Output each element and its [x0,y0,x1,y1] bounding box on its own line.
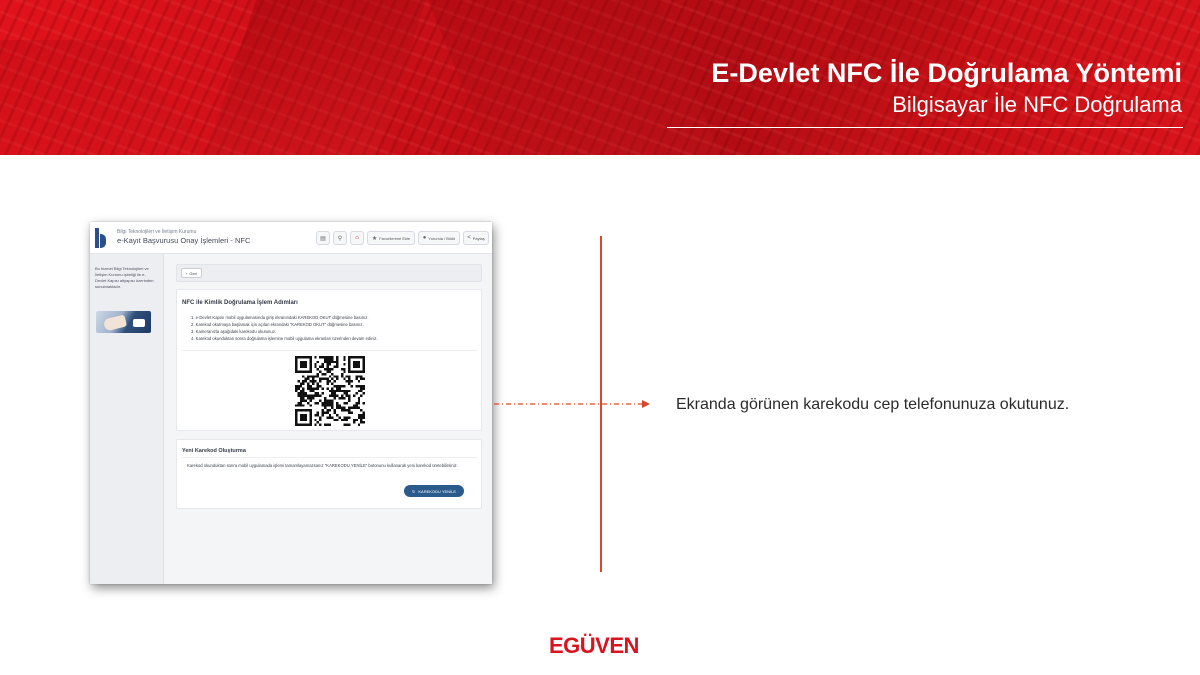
org-name: Bilgi Teknolojileri ve İletişim Kurumu [117,229,197,235]
new-qr-text: Karekod okunduktan sonra mobil uygulamad… [187,463,458,468]
btk-logo-icon [95,228,107,248]
renew-qr-button[interactable]: ↻ KAREKODU YENİLE [404,485,465,497]
refresh-icon: ↻ [412,488,416,494]
favorites-button[interactable]: ★ Favorilerime Ekle [367,231,415,245]
document-icon[interactable]: ▤ [316,231,330,245]
share-label: Paylaş [472,235,485,241]
back-bar: ‹ Geri [176,264,482,282]
title-underline [667,127,1183,128]
star-icon: ★ [371,235,378,242]
favorites-label: Favorilerime Ekle [379,235,411,241]
qr-code [295,356,365,426]
instruction-caption: Ekranda görünen karekodu cep telefonunuz… [676,396,1070,413]
nfc-page-screenshot: Bilgi Teknolojileri ve İletişim Kurumu e… [90,222,492,584]
back-button[interactable]: ‹ Geri [181,268,202,278]
new-qr-title: Yeni Karekod Oluşturma [182,448,246,454]
pointer-arrow-icon [494,400,650,408]
renew-qr-label: KAREKODU YENİLE [418,488,457,494]
nfc-steps-title: NFC ile Kimlik Doğrulama İşlem Adımları [182,300,298,306]
back-label: Geri [189,270,197,276]
share-button[interactable]: < Paylaş [463,231,489,245]
vertical-divider [600,236,602,572]
share-icon: < [467,235,471,241]
nfc-steps-list: 1. e-Devlet Kapısı mobil uygulamasında g… [191,314,476,342]
eguven-logo: EGÜVEN [549,633,639,658]
list-item: 3. Kameranızla aşağıdaki karekodu okutun… [191,329,276,334]
screenshot-page-title: e-Kayıt Başvurusu Onay İşlemleri - NFC [117,236,251,245]
feedback-button[interactable]: ● Yorumla / Bildir [418,231,460,245]
slide-subtitle: Bilgisayar İle NFC Doğrulama [892,92,1182,117]
nfc-steps-card: NFC ile Kimlik Doğrulama İşlem Adımları … [176,289,482,431]
list-item: 1. e-Devlet Kapısı mobil uygulamasında g… [191,315,369,320]
banner-decoration [415,0,735,155]
sidebar-info-text: Bu hizmet Bilgi Teknolojileri ve İletişi… [95,266,154,289]
slide-title: E-Devlet NFC İle Doğrulama Yöntemi [711,58,1182,88]
chevron-left-icon: ‹ [186,270,188,276]
screenshot-topbar: Bilgi Teknolojileri ve İletişim Kurumu e… [90,222,492,254]
list-item: 4. Karekod okunduktan sonra doğrulama iş… [191,336,378,341]
divider [182,457,478,458]
comment-icon: ● [422,235,427,241]
screenshot-main: ‹ Geri NFC ile Kimlik Doğrulama İşlem Ad… [164,254,492,584]
banner-decoration [0,40,237,155]
header-banner: E-Devlet NFC İle Doğrulama Yöntemi Bilgi… [0,0,1200,155]
search-icon[interactable]: ⚲ [333,231,347,245]
divider [182,350,478,351]
nfc-card-image [96,311,151,333]
home-icon[interactable]: ⌂ [350,231,364,245]
feedback-label: Yorumla / Bildir [428,235,456,241]
banner-decoration [191,0,439,155]
new-qr-card: Yeni Karekod Oluşturma Karekod okundukta… [176,439,482,509]
screenshot-sidebar: Bu hizmet Bilgi Teknolojileri ve İletişi… [90,254,164,584]
list-item: 2. Karekod okutmaya başlamak için açılan… [191,322,364,327]
